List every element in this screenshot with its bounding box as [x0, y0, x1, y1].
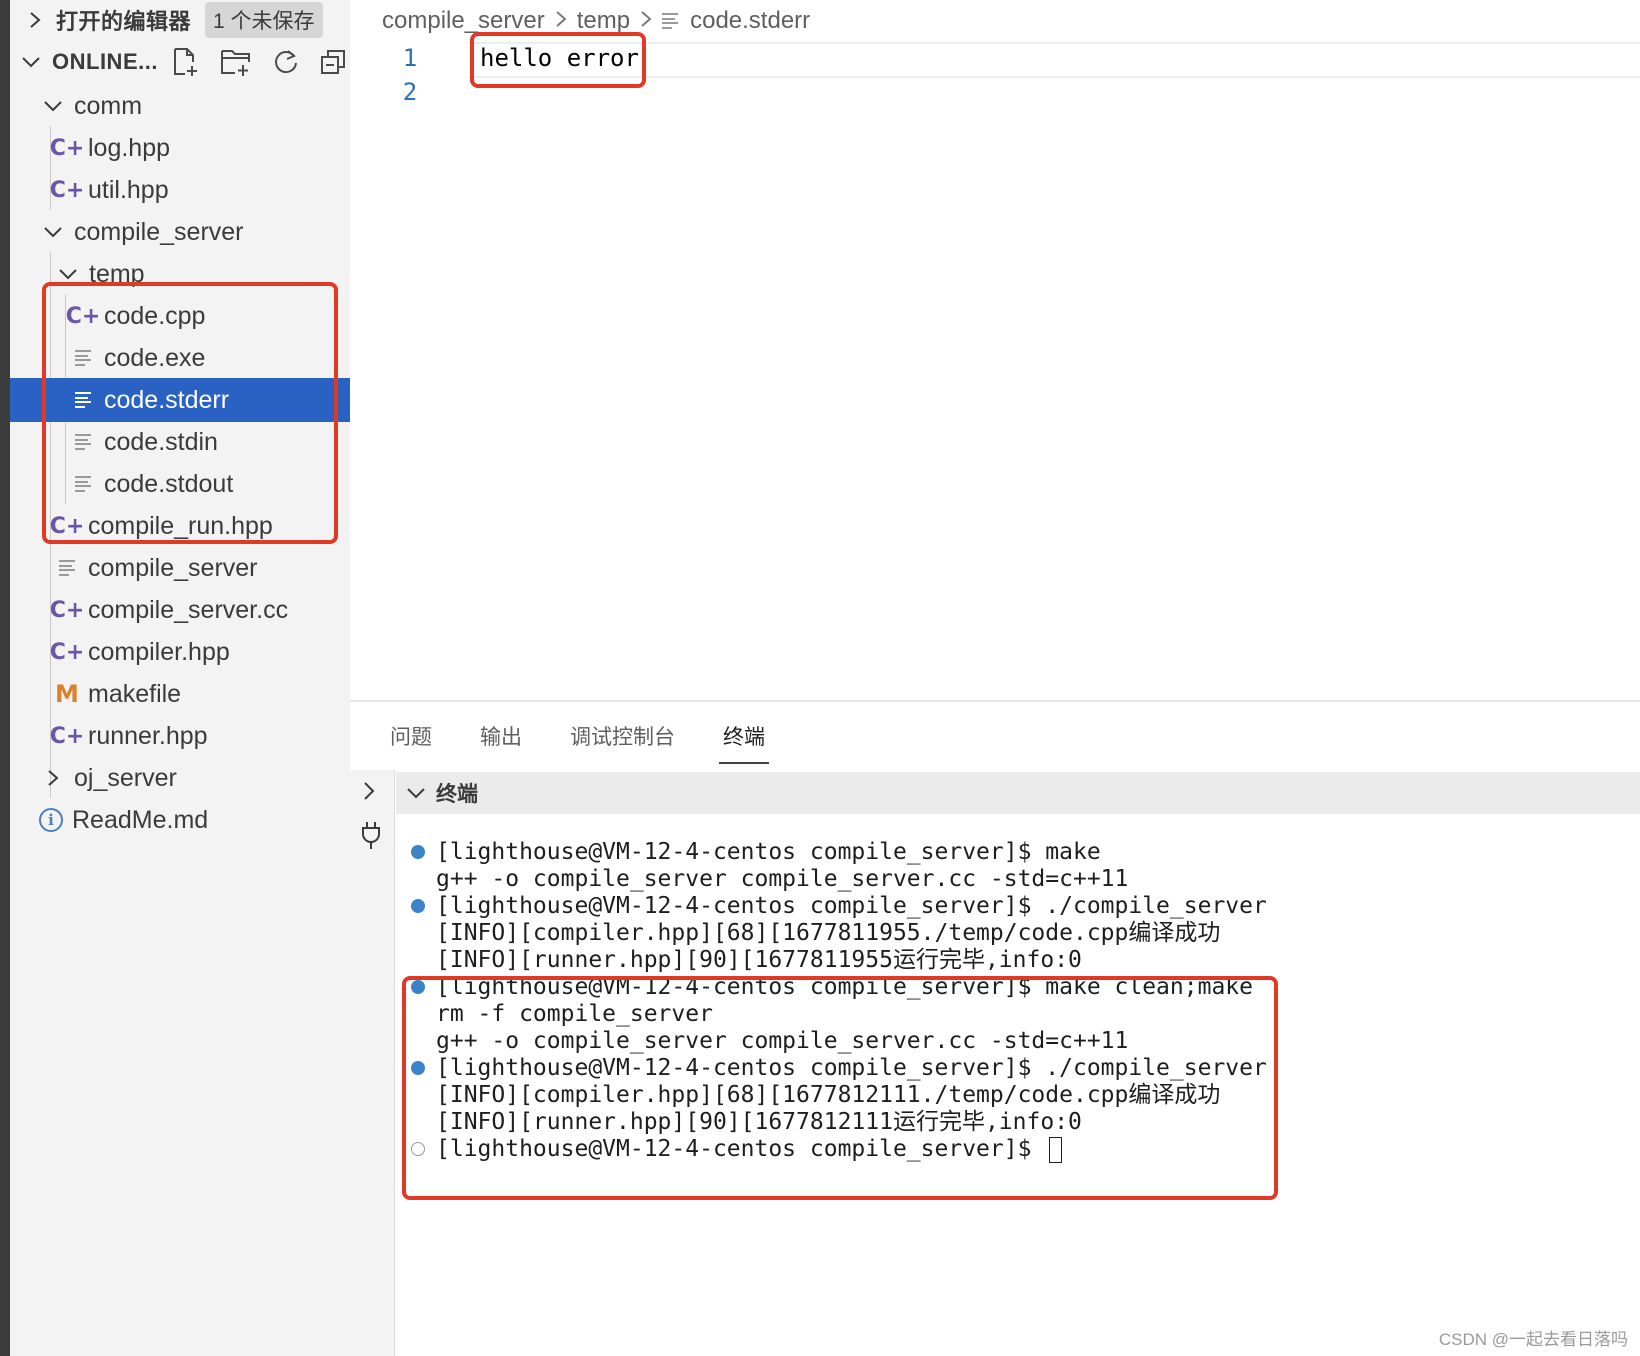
highlight-box-terminal	[402, 976, 1278, 1200]
tree-file-compile-server[interactable]: compile_server	[10, 546, 350, 590]
terminal-title: 终端	[436, 783, 478, 806]
chevron-down-icon	[42, 221, 64, 243]
explorer-toolbar	[172, 47, 346, 77]
chevron-down-icon	[20, 51, 42, 73]
tree-folder-comm[interactable]: comm	[10, 84, 350, 128]
tree-item-label: log.hpp	[88, 133, 171, 162]
breadcrumb-item[interactable]: temp	[577, 7, 630, 35]
cpp-file-icon: C+	[49, 177, 85, 203]
tree-folder-compile-server[interactable]: compile_server	[10, 210, 350, 254]
activity-bar-edge	[0, 0, 10, 1356]
terminal-header[interactable]: 终端	[396, 772, 1640, 814]
open-editors-label: 打开的编辑器	[56, 9, 192, 34]
chevron-right-icon	[555, 8, 567, 34]
highlight-box-explorer	[42, 282, 338, 544]
tree-item-label: runner.hpp	[88, 721, 208, 750]
unsaved-badge: 1 个未保存	[205, 2, 323, 38]
breadcrumb-item[interactable]: code.stderr	[690, 7, 810, 35]
tab-problems[interactable]: 问题	[390, 714, 432, 758]
tree-item-label: compiler.hpp	[88, 637, 230, 666]
tree-file-util-hpp[interactable]: C+ util.hpp	[10, 168, 350, 212]
tree-file-runner-hpp[interactable]: C+ runner.hpp	[10, 714, 350, 758]
collapse-all-icon[interactable]	[320, 49, 346, 75]
tree-item-label: oj_server	[74, 763, 177, 792]
terminal-line: [lighthouse@VM-12-4-centos compile_serve…	[436, 839, 1101, 865]
command-decoration-dot[interactable]	[411, 845, 425, 859]
open-editors-header[interactable]: 打开的编辑器 1 个未保存	[10, 0, 350, 40]
terminal-line: [lighthouse@VM-12-4-centos compile_serve…	[436, 893, 1267, 919]
chevron-right-icon	[24, 9, 46, 31]
new-folder-icon[interactable]	[220, 47, 252, 77]
refresh-icon[interactable]	[272, 48, 300, 76]
command-decoration-dot[interactable]	[411, 899, 425, 913]
terminal-line: [INFO][runner.hpp][90][1677811955运行完毕,in…	[436, 947, 1082, 973]
tree-file-compile-server-cc[interactable]: C+ compile_server.cc	[10, 588, 350, 632]
chevron-down-icon	[406, 786, 426, 800]
chevron-down-icon	[42, 95, 64, 117]
chevron-right-icon[interactable]	[362, 780, 376, 807]
tree-item-label: compile_server.cc	[88, 595, 289, 624]
tree-file-makefile[interactable]: M makefile	[10, 672, 350, 716]
tree-folder-oj-server[interactable]: oj_server	[10, 756, 350, 800]
panel-tabs: 问题 输出 调试控制台 终端	[350, 702, 1640, 770]
tree-file-readme[interactable]: i ReadMe.md	[10, 798, 350, 842]
cpp-file-icon: C+	[49, 135, 85, 161]
highlight-box-editor	[470, 32, 646, 88]
tree-item-label: compile_server	[74, 217, 244, 246]
tab-terminal[interactable]: 终端	[719, 714, 769, 764]
tab-output[interactable]: 输出	[480, 714, 522, 758]
tree-item-label: makefile	[88, 679, 182, 708]
tree-file-compiler-hpp[interactable]: C+ compiler.hpp	[10, 630, 350, 674]
info-icon: i	[38, 808, 64, 832]
tree-item-label: util.hpp	[88, 175, 169, 204]
chevron-right-icon	[42, 767, 64, 789]
text-file-icon	[54, 560, 80, 576]
plug-icon[interactable]	[360, 820, 382, 855]
cpp-file-icon: C+	[49, 639, 85, 665]
watermark: CSDN @一起去看日落吗	[1438, 1330, 1628, 1349]
line-number: 2	[402, 78, 418, 106]
project-header[interactable]: ONLINE...	[10, 40, 350, 84]
tree-item-label: ReadMe.md	[72, 805, 209, 834]
tree-item-label: comm	[74, 91, 143, 120]
chevron-right-icon	[640, 8, 652, 34]
terminal-line: g++ -o compile_server compile_server.cc …	[436, 866, 1129, 892]
tree-file-log-hpp[interactable]: C+ log.hpp	[10, 126, 350, 170]
explorer-sidebar: 打开的编辑器 1 个未保存 ONLINE... comm C+ log.hpp …	[10, 0, 350, 1356]
code-editor[interactable]: 1 2 hello error	[350, 42, 1640, 700]
terminal-line: [INFO][compiler.hpp][68][1677811955./tem…	[436, 920, 1221, 946]
project-label: ONLINE...	[52, 49, 158, 74]
text-file-icon	[662, 13, 679, 29]
cpp-file-icon: C+	[49, 597, 85, 623]
new-file-icon[interactable]	[172, 47, 200, 77]
line-number: 1	[402, 44, 418, 72]
tab-debug-console[interactable]: 调试控制台	[570, 714, 675, 758]
tree-item-label: compile_server	[88, 553, 258, 582]
makefile-icon: M	[55, 680, 79, 708]
breadcrumb-item[interactable]: compile_server	[382, 7, 545, 35]
panel-side-gutter	[350, 770, 395, 1356]
cpp-file-icon: C+	[49, 723, 85, 749]
